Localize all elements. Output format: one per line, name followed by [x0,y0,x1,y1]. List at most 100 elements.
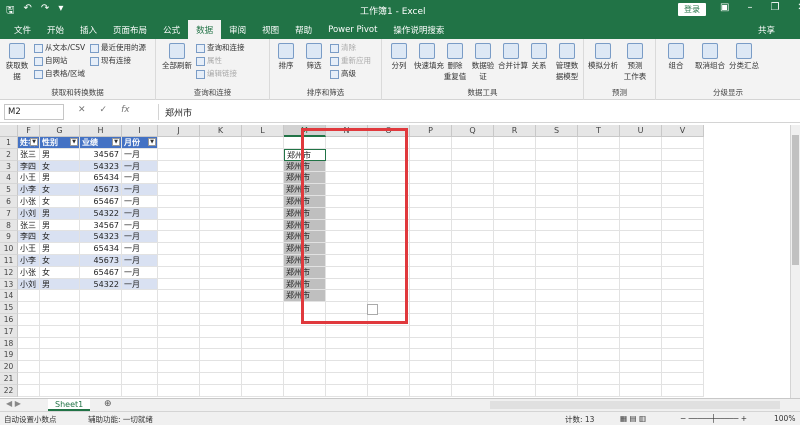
cell[interactable] [578,314,620,326]
cell[interactable] [242,278,284,291]
table-cell[interactable]: 小王 [18,172,40,185]
cell[interactable] [242,172,284,185]
cell[interactable] [242,384,284,397]
cell[interactable] [662,337,704,350]
row-header[interactable]: 4 [0,172,18,185]
cell[interactable] [410,361,452,373]
cell[interactable] [200,278,242,291]
tab-2[interactable]: 插入 [72,21,105,39]
cell[interactable] [410,196,452,208]
cell[interactable] [662,137,704,149]
enter-icon[interactable]: ✓ [100,105,108,115]
table-cell[interactable]: 一月 [122,160,158,173]
cell[interactable] [122,349,158,362]
cell[interactable] [40,373,80,385]
cell[interactable] [410,337,452,350]
cell[interactable] [242,196,284,208]
table-cell[interactable]: 男 [40,172,80,185]
cell[interactable] [536,184,578,196]
row-header[interactable]: 14 [0,290,18,303]
cell[interactable] [662,325,704,338]
cell[interactable] [158,207,200,220]
row-header[interactable]: 6 [0,196,18,208]
cell[interactable] [158,384,200,397]
cell[interactable] [158,255,200,267]
cell[interactable] [158,325,200,338]
filter-dropdown-icon[interactable]: ▼ [70,138,78,146]
cell[interactable] [242,302,284,314]
cell[interactable] [122,302,158,314]
cell[interactable] [494,160,536,173]
cell[interactable] [410,266,452,279]
cell[interactable] [200,302,242,314]
cell[interactable] [284,325,326,338]
cell[interactable] [494,349,536,362]
cell[interactable] [494,373,536,385]
cell[interactable] [494,290,536,303]
cell[interactable] [122,314,158,326]
sheet-tab[interactable]: Sheet1 [48,399,91,411]
cell[interactable] [662,290,704,303]
cell[interactable] [410,349,452,362]
cell[interactable] [410,314,452,326]
cell[interactable] [242,231,284,244]
column-header-I[interactable]: I [122,125,158,137]
formula-input[interactable]: 郑州市 [158,104,796,120]
cell[interactable] [662,384,704,397]
table-cell[interactable]: 小刘 [18,278,40,291]
row-header[interactable]: 7 [0,207,18,220]
cell[interactable] [452,137,494,149]
cell[interactable] [40,302,80,314]
table-cell[interactable]: 李四 [18,231,40,244]
tools-button-6[interactable]: 管理数 据模型 [554,43,580,82]
cell[interactable] [494,255,536,267]
outline-button-2[interactable]: 分类汇总 [728,43,760,71]
row-header[interactable]: 9 [0,231,18,244]
table-cell[interactable]: 54322 [80,278,122,291]
column-header-H[interactable]: H [80,125,122,137]
cell[interactable] [40,337,80,350]
cell[interactable] [242,314,284,326]
row-header[interactable]: 2 [0,148,18,161]
cell[interactable] [536,172,578,185]
row-header[interactable]: 12 [0,266,18,279]
cell[interactable] [578,184,620,196]
cell[interactable] [536,302,578,314]
cell[interactable] [662,231,704,244]
cell[interactable] [80,361,122,373]
cell[interactable] [452,349,494,362]
cell[interactable] [242,219,284,232]
table-cell[interactable]: 一月 [122,148,158,161]
advanced-button[interactable]: 高级 [330,68,356,79]
tab-9[interactable]: Power Pivot [320,22,385,38]
cell[interactable] [18,325,40,338]
table-cell[interactable]: 34567 [80,219,122,232]
cell[interactable] [242,148,284,161]
cell[interactable] [80,337,122,350]
cell[interactable] [578,325,620,338]
cell[interactable] [158,349,200,362]
cell[interactable] [578,384,620,397]
cell[interactable] [200,384,242,397]
cell[interactable] [242,361,284,373]
cell[interactable] [158,361,200,373]
table-header-cell[interactable]: 月份 ▼ [122,137,158,149]
cell[interactable] [620,349,662,362]
cell[interactable] [158,160,200,173]
cell[interactable] [410,243,452,255]
cell[interactable] [18,384,40,397]
cell[interactable] [200,361,242,373]
cell[interactable] [578,160,620,173]
forecast-button-1[interactable]: 预测 工作表 [620,43,650,82]
cell[interactable] [662,373,704,385]
minimize-icon[interactable]: – [747,2,752,13]
column-header-V[interactable]: V [662,125,704,137]
table-cell[interactable]: 一月 [122,278,158,291]
row-header[interactable]: 15 [0,302,18,314]
cell[interactable] [620,266,662,279]
cell[interactable] [284,361,326,373]
cell[interactable] [662,243,704,255]
cell[interactable] [242,290,284,303]
cell[interactable] [620,373,662,385]
cell[interactable] [80,373,122,385]
